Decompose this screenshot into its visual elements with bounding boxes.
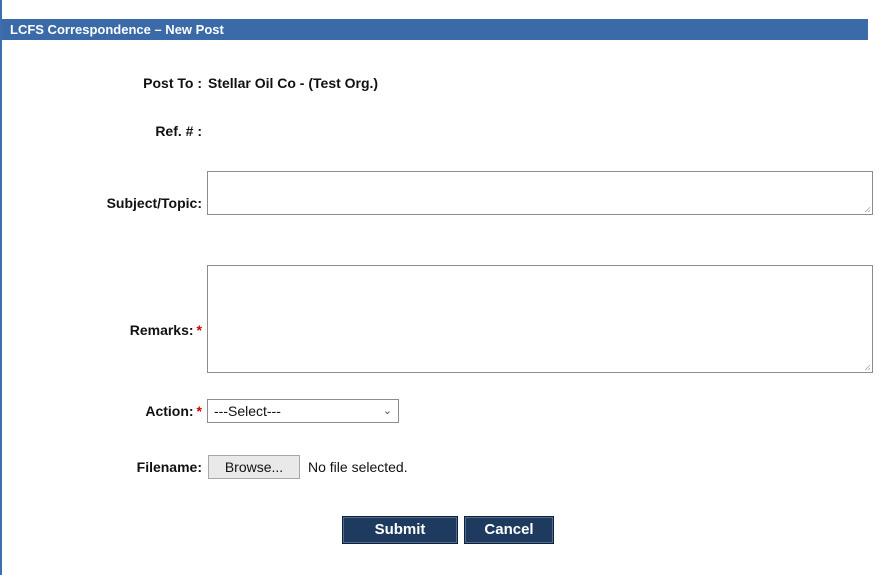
resize-grip-icon[interactable] (864, 206, 870, 212)
filename-label: Filename: (136, 459, 202, 475)
submit-button[interactable]: Submit (342, 516, 458, 544)
title-bar: LCFS Correspondence – New Post (2, 0, 868, 40)
remarks-label-group: Remarks: * (130, 322, 202, 338)
required-marker: * (196, 403, 202, 419)
action-selected-value: ---Select--- (214, 403, 281, 419)
cancel-button[interactable]: Cancel (464, 516, 554, 544)
action-label-group: Action: * (145, 403, 202, 419)
action-select[interactable]: ---Select--- ⌄ (207, 399, 399, 423)
post-to-value: Stellar Oil Co - (Test Org.) (208, 75, 379, 91)
subject-input[interactable] (207, 171, 873, 215)
required-marker: * (196, 322, 202, 338)
remarks-textarea[interactable] (207, 265, 873, 373)
ref-label: Ref. # : (155, 123, 202, 139)
action-label: Action: (145, 403, 194, 419)
chevron-down-icon: ⌄ (382, 405, 392, 417)
window-title: LCFS Correspondence – New Post (10, 22, 224, 37)
resize-grip-icon[interactable] (864, 364, 870, 370)
browse-button[interactable]: Browse... (208, 455, 300, 479)
subject-label: Subject/Topic: (106, 195, 202, 211)
dialog-window: LCFS Correspondence – New Post Post To :… (0, 0, 878, 575)
remarks-label: Remarks: (129, 322, 194, 338)
file-status: No file selected. (308, 459, 408, 475)
post-to-label: Post To : (143, 75, 202, 91)
